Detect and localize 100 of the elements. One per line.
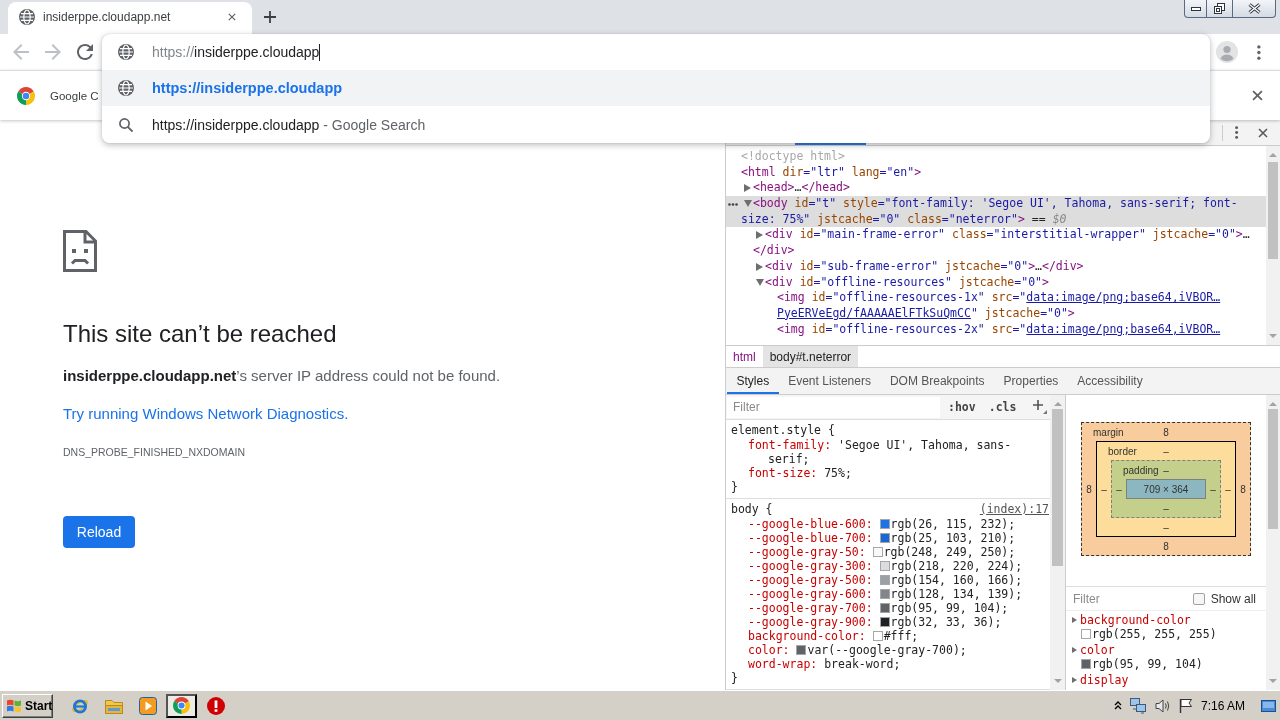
vertical-scrollbar[interactable] [1050, 395, 1065, 690]
content-dimensions: 709 × 364 [1126, 479, 1206, 499]
search-icon [119, 117, 133, 132]
tree-row[interactable]: <html dir="ltr" lang="en"> [726, 164, 1266, 181]
browser-logo-icon [173, 697, 190, 714]
computed-property-name[interactable]: color [1080, 643, 1115, 657]
browser-tab[interactable]: insiderppe.cloudapp.net [8, 2, 252, 34]
color-swatch-icon[interactable] [879, 603, 890, 613]
reload-page-button[interactable]: Reload [63, 516, 135, 548]
start-button[interactable]: Start [2, 693, 53, 718]
color-swatch-icon[interactable] [879, 561, 890, 571]
code-line: <html dir="ltr" lang="en"> [741, 164, 922, 181]
color-swatch-icon[interactable] [879, 533, 890, 543]
folder-icon [104, 697, 123, 714]
filter-field[interactable]: Filter [727, 396, 940, 418]
triangle-right-icon[interactable] [756, 262, 763, 271]
color-swatch-icon[interactable] [879, 617, 890, 627]
css-value: rgb(95, 99, 104); [890, 601, 1009, 615]
box-model-value: – [1163, 464, 1169, 476]
selected-tab-indicator [795, 143, 866, 145]
code-line: <body id="t" style="font-family: 'Segoe UI', Tahoma, sans-serif; font- [753, 196, 1238, 212]
breadcrumb-item[interactable]: body#t.neterror [762, 346, 859, 367]
css-property: --google-gray-500: [748, 573, 873, 587]
style-toggle-button[interactable]: :hov [943, 400, 981, 414]
tree-row[interactable]: <div id="sub-frame-error" jstcache="0">…</div> [726, 258, 1266, 275]
computed-property-name[interactable]: display [1080, 673, 1129, 687]
url-link[interactable]: data:image/png;base64,iVBOR… [1026, 290, 1221, 305]
color-swatch-icon[interactable] [872, 547, 883, 557]
gutter-dots-icon[interactable] [728, 203, 738, 207]
triangle-down-icon[interactable] [756, 278, 764, 286]
restore-button[interactable] [1206, 0, 1233, 18]
url-link[interactable]: data:image/png;base64,iVBOR… [1026, 321, 1221, 336]
vertical-scrollbar[interactable] [1266, 395, 1280, 690]
error-message: insiderppe.cloudapp.net’s server IP address could not be found. [63, 366, 501, 386]
code-line: <div id="sub-frame-error" jstcache="0">…</div> [765, 258, 1084, 275]
panel-tab[interactable]: DOM Breakpoints [880, 368, 995, 394]
error-title: This site can’t be reached [63, 319, 337, 349]
vertical-scrollbar[interactable] [1266, 146, 1280, 345]
minimize-button[interactable] [1184, 0, 1207, 18]
box-model-value: – [1163, 502, 1169, 514]
computed-property-name[interactable]: background-color [1080, 613, 1191, 627]
closing-brace: } [731, 671, 738, 685]
source-link[interactable]: (index):17 [979, 501, 1049, 517]
plus-icon [1033, 400, 1048, 414]
breadcrumb-item[interactable]: html [726, 346, 763, 367]
flag-icon[interactable] [1178, 698, 1193, 713]
tree-row[interactable]: <head>…</head> [726, 180, 1266, 197]
tree-row[interactable]: <body id="t" style="font-family: 'Segoe UI', Tahoma, sans-serif; font- size: 75%" jstcache="0" class="neterror"> == $0 [726, 196, 1266, 228]
suggestion-item[interactable]: https://insiderppe.cloudapp [102, 70, 1210, 106]
speaker-icon[interactable] [1154, 698, 1171, 713]
box-model-value: – [1101, 483, 1107, 495]
style-toggle-button[interactable]: .cls [983, 400, 1022, 414]
computed-property-value: rgb(95, 99, 104) [1092, 657, 1203, 671]
color-swatch-icon[interactable] [879, 589, 890, 599]
css-value: rgb(25, 103, 210); [890, 531, 1016, 545]
browser-logo-icon [17, 86, 35, 105]
tree-row[interactable]: <div id="main-frame-error" class="interstitial-wrapper" jstcache="0">… </div> [726, 227, 1266, 259]
color-swatch-icon[interactable] [879, 519, 890, 529]
computed-property-value: rgb(255, 255, 255) [1092, 627, 1217, 641]
css-value: rgb(218, 220, 224); [890, 559, 1023, 573]
css-declaration: word-wrap: break-word; [748, 657, 902, 671]
color-swatch-icon[interactable] [1081, 659, 1091, 669]
globe-icon [118, 80, 134, 96]
color-swatch-icon[interactable] [872, 631, 883, 641]
color-swatch-icon[interactable] [1081, 629, 1091, 639]
panel-tab[interactable]: Properties [994, 368, 1068, 394]
triangle-down-icon[interactable] [744, 200, 752, 208]
url-link[interactable]: PyeERVeEgd/fAAAAAElFTkSuQmCC [777, 305, 971, 320]
tree-row[interactable]: <div id="offline-resources" jstcache="0"> [726, 274, 1266, 291]
css-value: var(--google-gray-700); [807, 643, 967, 657]
triangle-right-icon[interactable] [744, 184, 751, 193]
color-swatch-icon[interactable] [796, 645, 807, 655]
triangle-right-icon[interactable] [1072, 647, 1077, 653]
code-line: <div id="offline-resources" jstcache="0"> [765, 274, 1049, 291]
error-code: DNS_PROBE_FINISHED_NXDOMAIN [63, 445, 246, 460]
triangle-right-icon[interactable] [1072, 677, 1077, 683]
css-property: --google-blue-600: [748, 517, 873, 531]
tree-row[interactable]: <img id="offline-resources-1x" src="data:image/png;base64,iVBOR… PyeERVeEgd/fAAAAAElFTkSuQmCC" jstcache="0"> [726, 290, 1266, 322]
taskbar-app-button[interactable] [166, 693, 197, 718]
diagnostics-link[interactable]: Try running Windows Network Diagnostics. [63, 404, 349, 424]
color-swatch-icon[interactable] [879, 575, 890, 585]
new-rule-button[interactable] [1032, 399, 1049, 415]
css-property: --google-gray-900: [748, 615, 873, 629]
triangle-right-icon[interactable] [1072, 617, 1077, 623]
css-property: --google-gray-600: [748, 587, 873, 601]
triangle-right-icon[interactable] [756, 231, 763, 240]
flag-logo-icon [6, 698, 22, 713]
chevron-up-icon[interactable] [1113, 701, 1122, 710]
network-icon[interactable] [1129, 697, 1147, 714]
tree-row[interactable]: <img id="offline-resources-2x" src="data:image/png;base64,iVBOR… [726, 321, 1266, 338]
window-close-button[interactable] [1232, 0, 1276, 18]
alert-circle-icon [206, 696, 225, 715]
suggestion-item[interactable]: https://insiderppe.cloudapp - Google Search [102, 106, 1210, 143]
panel-tab[interactable]: Event Listeners [778, 368, 881, 394]
restore-icon [1214, 3, 1225, 14]
close-icon [1247, 3, 1261, 14]
address-field[interactable]: https://insiderppe.cloudapp [102, 34, 1210, 70]
show-all-label[interactable]: Show all [1210, 591, 1256, 606]
show-desktop-icon[interactable] [1261, 699, 1276, 712]
panel-tab[interactable]: Accessibility [1067, 368, 1153, 394]
